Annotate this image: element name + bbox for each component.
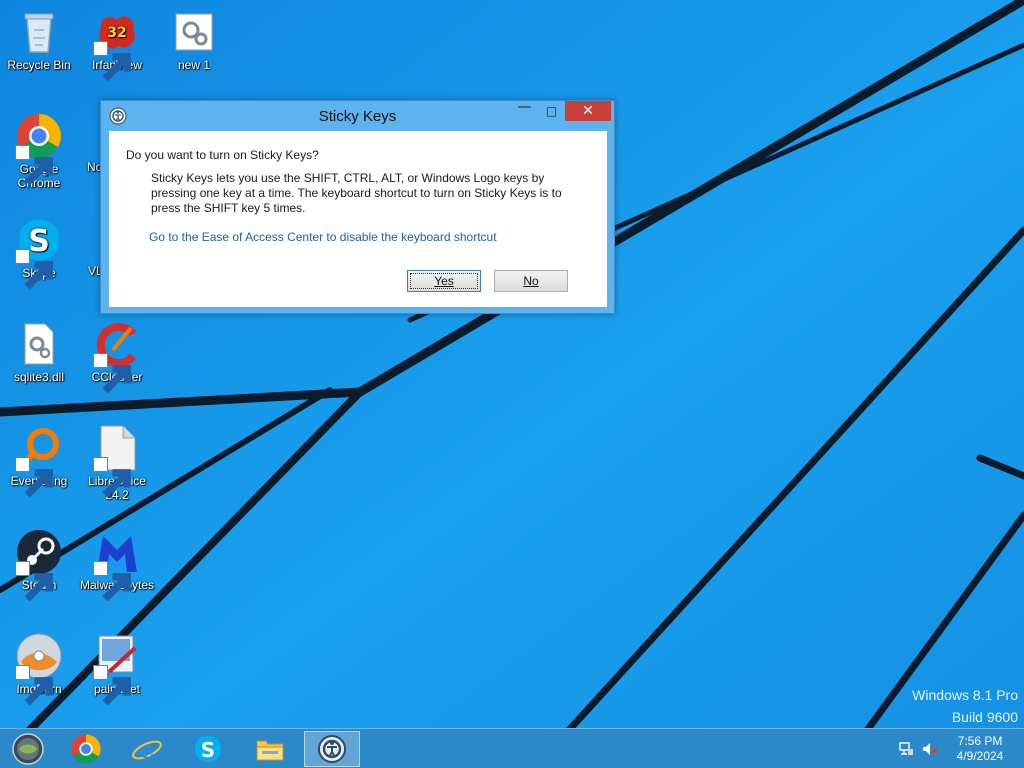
desktop-icon-ccleaner[interactable]: CCleaner [79, 320, 155, 394]
desktop-icon-everything[interactable]: Everything [1, 424, 77, 498]
taskbar-skype[interactable]: S [180, 731, 236, 767]
ease-of-access-link[interactable]: Go to the Ease of Access Center to disab… [149, 230, 497, 244]
no-button[interactable]: No [494, 270, 568, 292]
svg-text:S: S [201, 738, 215, 762]
recycle-bin-icon [24, 13, 54, 53]
desktop-icon-label: Recycle Bin [7, 58, 71, 72]
taskbar: e S 7:56 PM 4/9/2024 [0, 728, 1024, 768]
dll-file-icon [24, 323, 54, 365]
dialog-titlebar[interactable]: Sticky Keys — □ ✕ [101, 100, 614, 131]
ease-of-access-icon [318, 735, 346, 763]
desktop-icon-recycle-bin[interactable]: Recycle Bin [1, 8, 77, 72]
close-button[interactable]: ✕ [565, 101, 611, 121]
shortcut-arrow-icon [15, 249, 53, 290]
volume-muted-tray-icon[interactable] [922, 741, 938, 757]
desktop-icon-irfanview[interactable]: 32 IrfanView [79, 8, 155, 82]
svg-text:e: e [139, 735, 154, 764]
minimize-button[interactable]: — [511, 100, 538, 121]
watermark-build: Build 9600 [951, 709, 1018, 725]
clock-time: 7:56 PM [957, 734, 1003, 748]
taskbar-chrome[interactable] [58, 731, 114, 767]
shortcut-arrow-icon [93, 457, 131, 498]
taskbar-file-explorer[interactable] [242, 731, 298, 767]
desktop-icon-malwarebytes[interactable]: Malwarebytes [79, 528, 155, 602]
desktop-icon-sqlite3-dll[interactable]: sqlite3.dll [1, 320, 77, 384]
shortcut-arrow-icon [93, 665, 131, 706]
dialog-content: Do you want to turn on Sticky Keys? Stic… [109, 131, 607, 307]
taskbar-ease-of-access[interactable] [304, 731, 360, 767]
shortcut-arrow-icon [93, 353, 131, 394]
start-orb-icon [12, 733, 44, 765]
shortcut-arrow-icon [15, 145, 53, 186]
no-button-label: No [523, 274, 539, 288]
desktop-icon-imgburn[interactable]: ImgBurn [1, 632, 77, 706]
file-explorer-icon [256, 740, 284, 761]
start-button[interactable] [0, 731, 56, 767]
yes-button-label: Yes [434, 274, 454, 288]
windows-version-watermark: Windows 8.1 Pro Build 9600 [912, 684, 1018, 728]
clock-date: 4/9/2024 [956, 749, 1004, 763]
dialog-description: Sticky Keys lets you use the SHIFT, CTRL… [151, 171, 562, 215]
config-file-icon [175, 13, 213, 51]
shortcut-arrow-icon [15, 665, 53, 706]
shortcut-arrow-icon [93, 41, 131, 82]
desktop-icon-new-1[interactable]: new 1 [156, 8, 232, 72]
desktop-icon-label: new 1 [177, 58, 211, 72]
maximize-button[interactable]: □ [538, 101, 565, 121]
watermark-edition: Windows 8.1 Pro [912, 687, 1018, 703]
yes-button[interactable]: Yes [407, 270, 481, 292]
shortcut-arrow-icon [15, 561, 53, 602]
desktop-icon-label: sqlite3.dll [13, 370, 65, 384]
skype-icon: S [195, 736, 221, 762]
taskbar-clock[interactable]: 7:56 PM 4/9/2024 [948, 734, 1012, 764]
shortcut-arrow-icon [15, 457, 53, 498]
dialog-question: Do you want to turn on Sticky Keys? [126, 148, 319, 162]
chrome-icon [71, 734, 101, 764]
desktop-icon-libreoffice[interactable]: LibreOffice 24.2 [79, 424, 155, 502]
taskbar-internet-explorer[interactable]: e [119, 731, 175, 767]
desktop-icon-skype[interactable]: S Skype [1, 216, 77, 290]
sticky-keys-dialog: Sticky Keys — □ ✕ Do you want to turn on… [100, 100, 615, 314]
network-tray-icon[interactable] [898, 741, 914, 757]
desktop-icon-steam[interactable]: Steam [1, 528, 77, 602]
desktop-icon-google-chrome[interactable]: Google Chrome [1, 112, 77, 190]
internet-explorer-icon: e [132, 735, 162, 764]
desktop-icon-paint-net[interactable]: paint.net [79, 632, 155, 706]
shortcut-arrow-icon [93, 561, 131, 602]
irfanview-badge: 32 [107, 25, 126, 41]
